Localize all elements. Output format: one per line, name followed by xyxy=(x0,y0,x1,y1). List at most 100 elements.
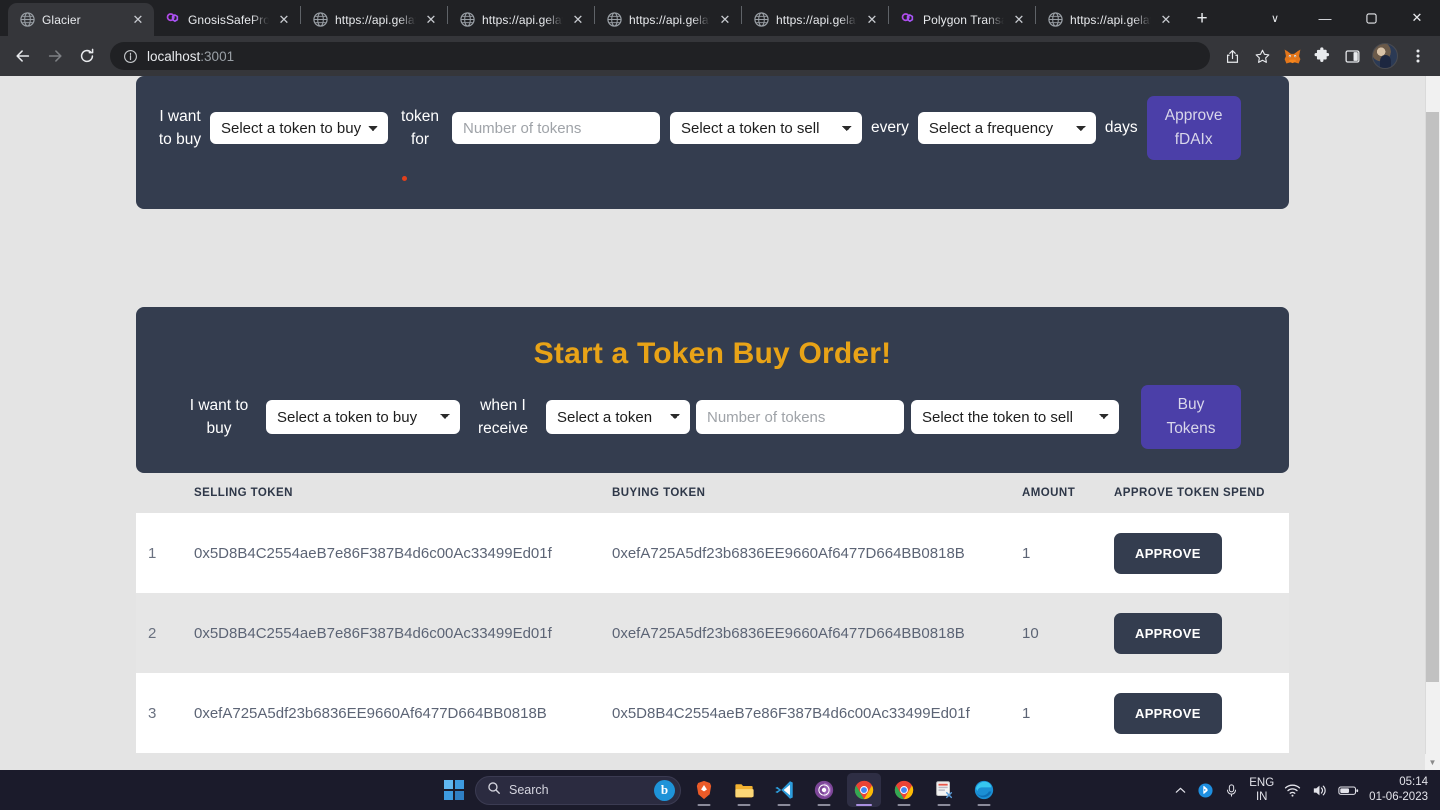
reload-button[interactable] xyxy=(72,41,102,71)
dca-amount-input[interactable] xyxy=(452,112,660,144)
buy-token-sell-select[interactable]: Select the token to sell xyxy=(911,400,1119,435)
row-selling-token: 0x5D8B4C2554aeB7e86F387B4d6c00Ac33499Ed0… xyxy=(194,624,552,642)
polygon-icon xyxy=(900,12,916,28)
browser-tab-1[interactable]: GnosisSafeProxy ✕ xyxy=(154,3,300,36)
browser-tab-2[interactable]: https://api.gelato ✕ xyxy=(301,3,447,36)
metamask-fox-icon[interactable] xyxy=(1278,42,1306,70)
window-controls: ∨ — ✕ xyxy=(1248,0,1440,36)
browser-tab-3[interactable]: https://api.gelato ✕ xyxy=(448,3,594,36)
app-running-indicator xyxy=(777,803,791,806)
row-action-cell: APPROVE xyxy=(1114,532,1289,574)
table-row: 3 0xefA725A5df23b6836EE9660Af6477D664BB0… xyxy=(136,673,1289,754)
taskbar-app-snipping-tool[interactable] xyxy=(927,773,961,807)
tab-title: Polygon Transac xyxy=(923,12,1004,27)
chrome-menu-icon[interactable] xyxy=(1404,42,1432,70)
buy-token-buy-select[interactable]: Select a token to buy xyxy=(266,400,460,435)
profile-avatar[interactable] xyxy=(1372,43,1398,69)
page-viewport: I want to buy Select a token to buy toke… xyxy=(0,76,1440,770)
browser-window: Glacier ✕ GnosisSafeProxy ✕ https://api.… xyxy=(0,0,1440,770)
taskbar-app-file-explorer[interactable] xyxy=(727,773,761,807)
approve-button[interactable]: APPROVE xyxy=(1114,612,1222,654)
buy-amount-input[interactable] xyxy=(696,400,904,435)
scrollbar-thumb[interactable] xyxy=(1426,112,1439,682)
taskbar-app-chrome-active[interactable] xyxy=(847,773,881,807)
dca-frequency-select[interactable]: Select a frequency xyxy=(917,112,1096,144)
tab-title: https://api.gelato xyxy=(776,12,857,27)
bing-chat-icon[interactable]: b xyxy=(654,779,675,801)
globe-icon xyxy=(1047,12,1063,28)
close-icon[interactable]: ✕ xyxy=(1158,12,1174,28)
search-placeholder: Search xyxy=(509,783,549,797)
taskbar-app-chrome[interactable] xyxy=(887,773,921,807)
browser-tab-0[interactable]: Glacier ✕ xyxy=(8,3,154,36)
site-info-icon[interactable] xyxy=(122,42,138,70)
battery-icon[interactable] xyxy=(1338,783,1359,798)
volume-icon[interactable] xyxy=(1311,782,1328,799)
approve-fdaix-button[interactable]: Approve fDAIx xyxy=(1146,95,1241,161)
tab-search-chevron-icon[interactable]: ∨ xyxy=(1248,0,1302,36)
browser-tab-4[interactable]: https://api.gelato ✕ xyxy=(595,3,741,36)
minimize-button[interactable]: — xyxy=(1302,0,1348,36)
page-title: Start a Token Buy Order! xyxy=(533,337,892,370)
address-bar[interactable]: localhost:3001 xyxy=(110,42,1210,70)
language-line-2: IN xyxy=(1255,791,1268,803)
tab-title: GnosisSafeProxy xyxy=(188,12,269,27)
browser-tab-5[interactable]: https://api.gelato ✕ xyxy=(742,3,888,36)
new-tab-button[interactable]: + xyxy=(1188,5,1216,33)
address-host: localhost xyxy=(147,48,201,64)
dca-token-buy-select[interactable]: Select a token to buy xyxy=(210,112,388,144)
microphone-icon[interactable] xyxy=(1224,783,1239,798)
close-icon[interactable]: ✕ xyxy=(570,12,586,28)
polygon-icon xyxy=(165,12,181,28)
close-window-button[interactable]: ✕ xyxy=(1394,0,1440,36)
close-icon[interactable]: ✕ xyxy=(1011,12,1027,28)
clock[interactable]: 05:14 01-06-2023 xyxy=(1369,775,1428,805)
start-button[interactable] xyxy=(439,775,469,805)
bookmark-star-icon[interactable] xyxy=(1248,42,1276,70)
extensions-puzzle-icon[interactable] xyxy=(1308,42,1336,70)
approve-button[interactable]: APPROVE xyxy=(1114,532,1222,574)
buy-tokens-button[interactable]: Buy Tokens xyxy=(1141,385,1241,450)
maximize-button[interactable] xyxy=(1348,0,1394,36)
taskbar-center-group: Search b xyxy=(439,770,1001,810)
close-icon[interactable]: ✕ xyxy=(864,12,880,28)
forward-button[interactable] xyxy=(40,41,70,71)
app-running-indicator xyxy=(817,803,831,806)
globe-icon xyxy=(19,12,35,28)
close-icon[interactable]: ✕ xyxy=(423,12,439,28)
buy-token-select[interactable]: Select a token xyxy=(546,400,690,435)
share-icon[interactable] xyxy=(1218,42,1246,70)
side-panel-icon[interactable] xyxy=(1338,42,1366,70)
row-amount: 10 xyxy=(1022,624,1039,642)
globe-icon xyxy=(459,12,475,28)
column-header-buying-token: BUYING TOKEN xyxy=(612,487,706,500)
tab-title: https://api.gelato xyxy=(482,12,563,27)
taskbar-app-tor-browser[interactable] xyxy=(807,773,841,807)
browser-tab-6[interactable]: Polygon Transac ✕ xyxy=(889,3,1035,36)
wifi-icon[interactable] xyxy=(1284,782,1301,799)
table-row: 1 0x5D8B4C2554aeB7e86F387B4d6c00Ac33499E… xyxy=(136,513,1289,594)
scroll-down-arrow-icon[interactable]: ▼ xyxy=(1425,754,1440,770)
row-selling-token: 0xefA725A5df23b6836EE9660Af6477D664BB081… xyxy=(194,704,547,722)
language-indicator[interactable]: ENG IN xyxy=(1249,776,1274,805)
approve-button[interactable]: APPROVE xyxy=(1114,692,1222,734)
taskbar-app-vscode[interactable] xyxy=(767,773,801,807)
back-button[interactable] xyxy=(8,41,38,71)
vertical-scrollbar[interactable]: ▼ xyxy=(1425,76,1440,770)
close-icon[interactable]: ✕ xyxy=(130,12,146,28)
taskbar-app-brave[interactable] xyxy=(687,773,721,807)
clock-date: 01-06-2023 xyxy=(1369,791,1428,803)
dca-token-sell-select[interactable]: Select a token to sell xyxy=(670,112,862,144)
bluetooth-icon[interactable] xyxy=(1197,782,1214,799)
tab-title: https://api.gelato xyxy=(1070,12,1151,27)
tab-title: Glacier xyxy=(42,12,81,27)
close-icon[interactable]: ✕ xyxy=(717,12,733,28)
dca-label-every: every xyxy=(871,119,909,137)
page-content: I want to buy Select a token to buy toke… xyxy=(0,76,1425,754)
dca-label-token-for: token for xyxy=(401,107,439,148)
taskbar-search-box[interactable]: Search b xyxy=(475,775,681,805)
show-hidden-icons-chevron-icon[interactable] xyxy=(1174,784,1187,797)
close-icon[interactable]: ✕ xyxy=(276,12,292,28)
browser-tab-7[interactable]: https://api.gelato ✕ xyxy=(1036,3,1182,36)
taskbar-app-edge[interactable] xyxy=(967,773,1001,807)
